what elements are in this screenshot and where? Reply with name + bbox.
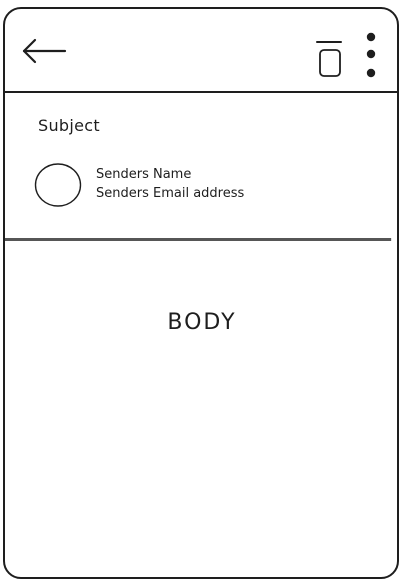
arrow-left-icon: [22, 38, 67, 64]
more-options-button[interactable]: [359, 31, 383, 81]
delete-button[interactable]: [315, 39, 345, 79]
phone-frame: [3, 7, 399, 579]
sender-name: Senders Name: [96, 167, 192, 182]
back-button[interactable]: [21, 37, 67, 65]
sender-email: Senders Email address: [96, 186, 245, 201]
sender-avatar: [34, 162, 82, 208]
email-body: BODY: [167, 310, 237, 335]
trash-icon: [316, 41, 342, 77]
more-vertical-icon: [366, 32, 376, 78]
header-divider: [3, 238, 392, 241]
email-subject: Subject: [38, 116, 100, 135]
avatar-circle-icon: [34, 163, 82, 207]
app-toolbar: [5, 9, 397, 91]
